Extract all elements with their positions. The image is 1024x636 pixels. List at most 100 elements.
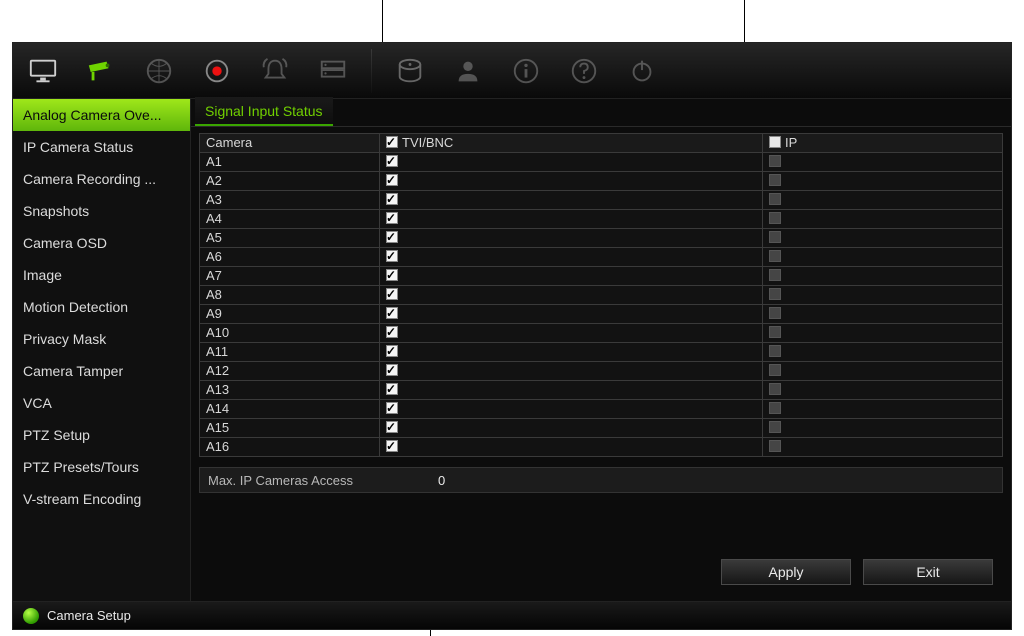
checkbox-ip[interactable]	[769, 364, 781, 376]
sidebar-item-vca[interactable]: VCA	[13, 387, 190, 419]
checkbox-ip[interactable]	[769, 440, 781, 452]
checkbox-tvi[interactable]	[386, 212, 398, 224]
cell-ip[interactable]	[763, 438, 1003, 457]
cell-ip[interactable]	[763, 191, 1003, 210]
power-icon[interactable]	[622, 51, 662, 91]
checkbox-ip[interactable]	[769, 231, 781, 243]
cell-tvi[interactable]	[380, 286, 763, 305]
checkbox-ip[interactable]	[769, 326, 781, 338]
checkbox-tvi[interactable]	[386, 269, 398, 281]
cell-tvi[interactable]	[380, 419, 763, 438]
apply-button[interactable]: Apply	[721, 559, 851, 585]
cell-ip[interactable]	[763, 267, 1003, 286]
cell-ip[interactable]	[763, 362, 1003, 381]
checkbox-ip[interactable]	[769, 193, 781, 205]
sidebar-item-camera-osd[interactable]: Camera OSD	[13, 227, 190, 259]
cell-tvi[interactable]	[380, 248, 763, 267]
monitor-icon[interactable]	[23, 51, 63, 91]
checkbox-ip[interactable]	[769, 155, 781, 167]
cell-tvi[interactable]	[380, 210, 763, 229]
cell-ip[interactable]	[763, 248, 1003, 267]
checkbox-tvi[interactable]	[386, 288, 398, 300]
col-header-ip[interactable]: IP	[763, 134, 1003, 153]
sidebar-item-motion-detection[interactable]: Motion Detection	[13, 291, 190, 323]
sidebar-item-privacy-mask[interactable]: Privacy Mask	[13, 323, 190, 355]
record-icon[interactable]	[197, 51, 237, 91]
checkbox-tvi[interactable]	[386, 231, 398, 243]
cell-tvi[interactable]	[380, 381, 763, 400]
table-header-row: Camera TVI/BNC IP	[200, 134, 1003, 153]
checkbox-ip[interactable]	[769, 402, 781, 414]
alarm-icon[interactable]	[255, 51, 295, 91]
cell-ip[interactable]	[763, 324, 1003, 343]
cell-ip[interactable]	[763, 286, 1003, 305]
checkbox-tvi[interactable]	[386, 174, 398, 186]
checkbox-tvi[interactable]	[386, 345, 398, 357]
checkbox-tvi[interactable]	[386, 383, 398, 395]
cell-tvi[interactable]	[380, 305, 763, 324]
sidebar-item-image[interactable]: Image	[13, 259, 190, 291]
sidebar-item-camera-recording[interactable]: Camera Recording ...	[13, 163, 190, 195]
cell-tvi[interactable]	[380, 153, 763, 172]
col-header-tvi[interactable]: TVI/BNC	[380, 134, 763, 153]
cell-camera: A6	[200, 248, 380, 267]
checkbox-tvi[interactable]	[386, 193, 398, 205]
checkbox-ip[interactable]	[769, 250, 781, 262]
cell-camera: A5	[200, 229, 380, 248]
checkbox-ip[interactable]	[769, 269, 781, 281]
checkbox-tvi[interactable]	[386, 364, 398, 376]
cell-ip[interactable]	[763, 381, 1003, 400]
sidebar-item-ip-camera-status[interactable]: IP Camera Status	[13, 131, 190, 163]
info-icon[interactable]	[506, 51, 546, 91]
sidebar-item-analog-camera-overview[interactable]: Analog Camera Ove...	[13, 99, 190, 131]
checkbox-tvi[interactable]	[386, 250, 398, 262]
checkbox-tvi[interactable]	[386, 440, 398, 452]
grid-icon[interactable]	[139, 51, 179, 91]
sidebar-item-label: PTZ Setup	[23, 427, 90, 443]
sidebar-item-camera-tamper[interactable]: Camera Tamper	[13, 355, 190, 387]
checkbox-header-tvi[interactable]	[386, 136, 398, 148]
checkbox-ip[interactable]	[769, 383, 781, 395]
cell-tvi[interactable]	[380, 400, 763, 419]
checkbox-ip[interactable]	[769, 212, 781, 224]
user-icon[interactable]	[448, 51, 488, 91]
help-icon[interactable]	[564, 51, 604, 91]
cell-ip[interactable]	[763, 153, 1003, 172]
cell-ip[interactable]	[763, 210, 1003, 229]
checkbox-ip[interactable]	[769, 307, 781, 319]
cell-ip[interactable]	[763, 172, 1003, 191]
camera-icon[interactable]	[81, 51, 121, 91]
cell-tvi[interactable]	[380, 191, 763, 210]
checkbox-tvi[interactable]	[386, 326, 398, 338]
checkbox-tvi[interactable]	[386, 155, 398, 167]
cell-ip[interactable]	[763, 305, 1003, 324]
cell-tvi[interactable]	[380, 229, 763, 248]
cell-ip[interactable]	[763, 343, 1003, 362]
disk-icon[interactable]	[390, 51, 430, 91]
cell-tvi[interactable]	[380, 438, 763, 457]
cell-tvi[interactable]	[380, 343, 763, 362]
cell-ip[interactable]	[763, 400, 1003, 419]
sidebar-item-vstream-encoding[interactable]: V-stream Encoding	[13, 483, 190, 515]
tab-signal-input-status[interactable]: Signal Input Status	[195, 97, 333, 126]
sidebar-item-ptz-presets-tours[interactable]: PTZ Presets/Tours	[13, 451, 190, 483]
sidebar-item-label: Camera Tamper	[23, 363, 123, 379]
checkbox-tvi[interactable]	[386, 421, 398, 433]
cell-tvi[interactable]	[380, 172, 763, 191]
hdd-group-icon[interactable]	[313, 51, 353, 91]
cell-ip[interactable]	[763, 229, 1003, 248]
cell-tvi[interactable]	[380, 324, 763, 343]
checkbox-ip[interactable]	[769, 345, 781, 357]
cell-tvi[interactable]	[380, 362, 763, 381]
checkbox-ip[interactable]	[769, 421, 781, 433]
checkbox-ip[interactable]	[769, 174, 781, 186]
checkbox-tvi[interactable]	[386, 307, 398, 319]
sidebar-item-snapshots[interactable]: Snapshots	[13, 195, 190, 227]
checkbox-tvi[interactable]	[386, 402, 398, 414]
checkbox-header-ip[interactable]	[769, 136, 781, 148]
exit-button[interactable]: Exit	[863, 559, 993, 585]
cell-tvi[interactable]	[380, 267, 763, 286]
cell-ip[interactable]	[763, 419, 1003, 438]
checkbox-ip[interactable]	[769, 288, 781, 300]
sidebar-item-ptz-setup[interactable]: PTZ Setup	[13, 419, 190, 451]
